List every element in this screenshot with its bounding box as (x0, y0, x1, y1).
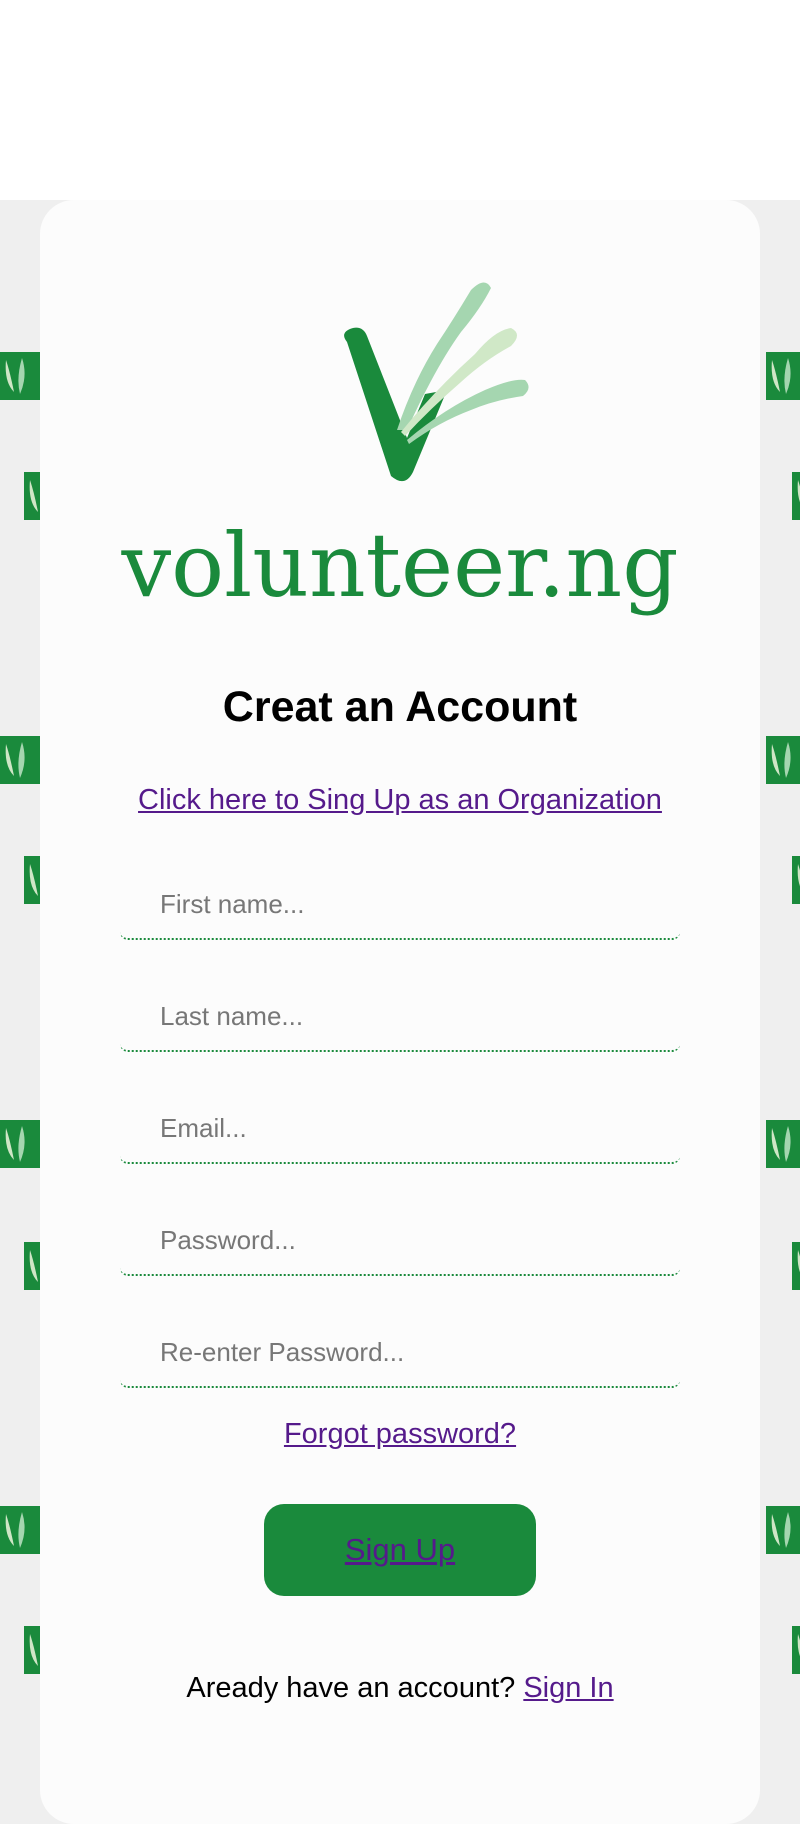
signin-prompt-row: Aready have an account? Sign In (40, 1672, 760, 1705)
leaf-pattern-icon (0, 352, 40, 400)
last-name-field[interactable] (120, 982, 680, 1052)
leaf-pattern-icon (766, 1120, 800, 1168)
leaf-pattern-icon (766, 352, 800, 400)
leaf-pattern-icon (0, 736, 40, 784)
leaf-pattern-icon (792, 856, 800, 904)
organization-signup-link[interactable]: Click here to Sing Up as an Organization (40, 784, 760, 817)
leaf-pattern-icon (0, 1506, 40, 1554)
confirm-password-field[interactable] (120, 1318, 680, 1388)
leaf-pattern-icon (0, 1120, 40, 1168)
password-field[interactable] (120, 1206, 680, 1276)
page-title: Creat an Account (222, 683, 578, 731)
signin-prompt-text: Aready have an account? (186, 1672, 516, 1704)
leaf-pattern-icon (792, 472, 800, 520)
leaf-pattern-icon (792, 1242, 800, 1290)
forgot-password-link[interactable]: Forgot password? (40, 1418, 760, 1451)
first-name-field[interactable] (120, 870, 680, 940)
sign-up-button[interactable]: Sign Up (264, 1504, 536, 1596)
email-field[interactable] (120, 1094, 680, 1164)
v-leaf-logo-icon (344, 282, 529, 482)
leaf-pattern-icon (766, 736, 800, 784)
signup-card: volunteer.ng Creat an Account Click here… (40, 200, 760, 1824)
brand-wordmark: volunteer.ng (121, 514, 679, 617)
leaf-pattern-icon (792, 1626, 800, 1674)
sign-in-link[interactable]: Sign In (523, 1672, 613, 1704)
leaf-pattern-icon (766, 1506, 800, 1554)
